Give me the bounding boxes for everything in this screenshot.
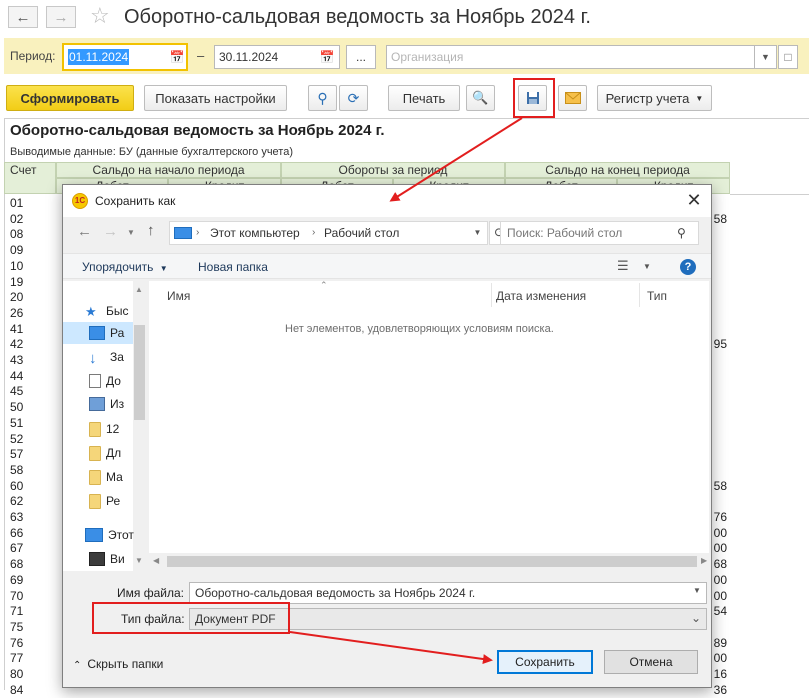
- arrow-to-save-button: [289, 631, 493, 664]
- annotation-arrows: [289, 117, 523, 664]
- arrow-to-dialog: [389, 117, 523, 202]
